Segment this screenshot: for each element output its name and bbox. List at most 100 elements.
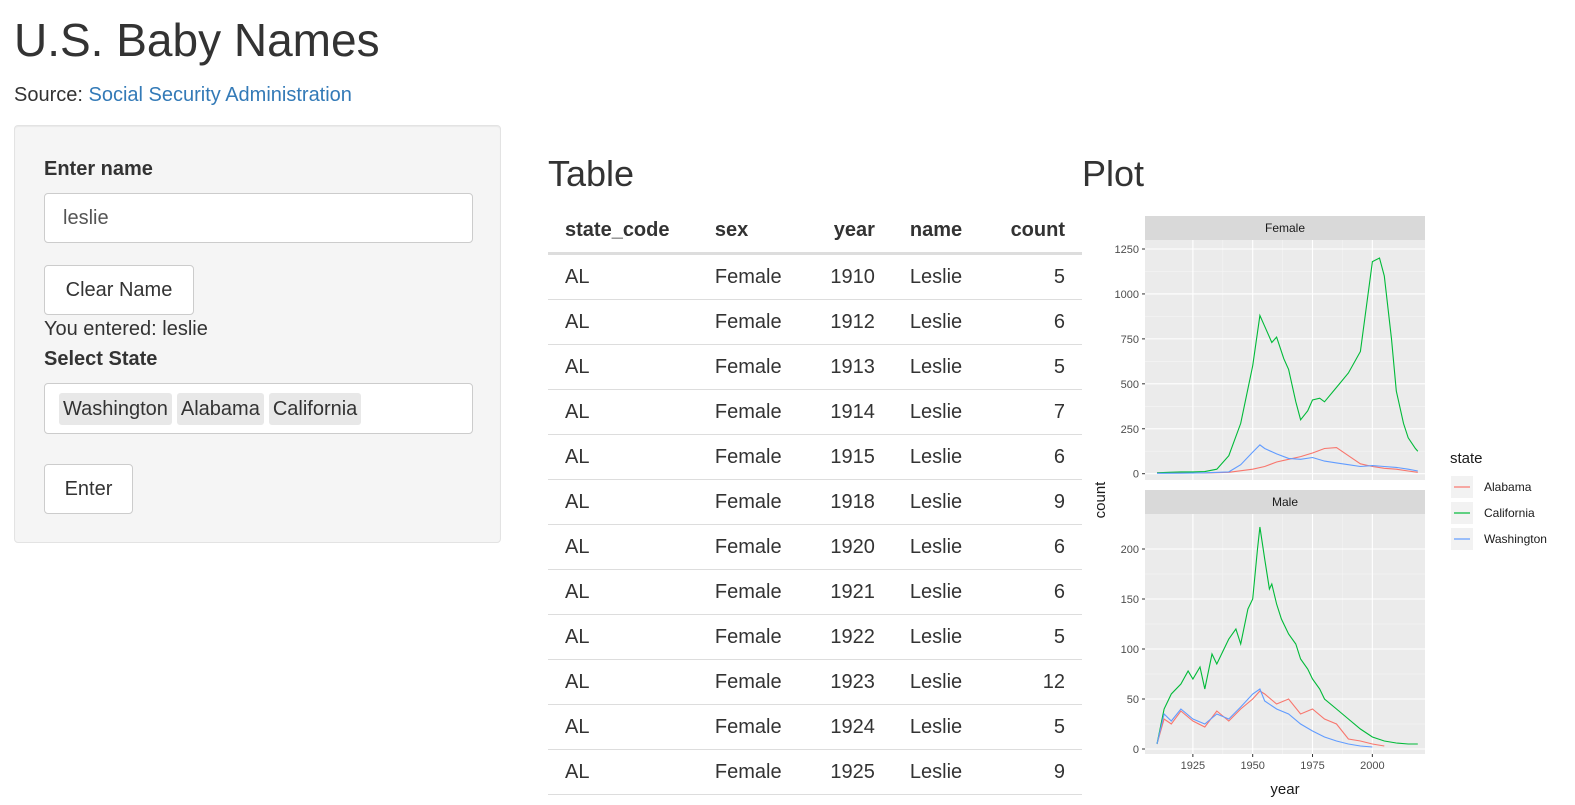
table-cell-year: 1913: [806, 344, 893, 390]
table-cell-sex: Female: [697, 434, 807, 480]
table-cell-name: Leslie: [892, 749, 987, 795]
x-tick-label: 1950: [1240, 760, 1264, 772]
table-cell-state-code: AL: [548, 479, 698, 525]
table-cell-year: 1915: [806, 434, 893, 480]
column-header-sex[interactable]: sex: [697, 208, 807, 255]
table-cell-year: 1910: [806, 253, 893, 300]
table-cell-name: Leslie: [892, 569, 987, 615]
table-row: AL Female 1924 Leslie 5: [548, 704, 1082, 750]
y-tick-label: 750: [1121, 334, 1139, 346]
y-tick-label: 0: [1133, 744, 1139, 756]
legend-label-alabama: Alabama: [1484, 480, 1532, 494]
state-select[interactable]: Washington Alabama California: [44, 383, 473, 434]
y-tick-label: 1250: [1115, 244, 1139, 256]
table-cell-sex: Female: [697, 614, 807, 660]
x-tick-label: 1975: [1300, 760, 1324, 772]
y-tick-label: 100: [1121, 644, 1139, 656]
table-cell-name: Leslie: [892, 659, 987, 705]
x-tick-label: 1925: [1181, 760, 1205, 772]
table-cell-count: 9: [986, 749, 1082, 795]
y-tick-label: 200: [1121, 544, 1139, 556]
table-row: AL Female 1914 Leslie 7: [548, 389, 1082, 435]
table-cell-count: 5: [986, 704, 1082, 750]
table-cell-state-code: AL: [548, 299, 698, 345]
x-axis: 1925 1950 1975 2000: [1181, 754, 1385, 772]
y-tick-label: 250: [1121, 424, 1139, 436]
table-cell-year: 1912: [806, 299, 893, 345]
table-cell-year: 1918: [806, 479, 893, 525]
name-label: Enter name: [44, 158, 153, 180]
table-cell-count: 5: [986, 344, 1082, 390]
table-row: AL Female 1925 Leslie 9: [548, 749, 1082, 795]
x-axis-title: year: [1270, 781, 1299, 798]
y-axis-title: count: [1093, 481, 1109, 519]
column-header-count[interactable]: count: [986, 208, 1082, 255]
source-link[interactable]: Social Security Administration: [88, 84, 351, 106]
column-header-year[interactable]: year: [806, 208, 893, 255]
table-title: Table: [548, 153, 635, 194]
state-chip-washington[interactable]: Washington: [59, 392, 172, 425]
column-header-name[interactable]: name: [892, 208, 987, 255]
table-cell-year: 1923: [806, 659, 893, 705]
legend-label-california: California: [1484, 506, 1535, 520]
table-cell-state-code: AL: [548, 704, 698, 750]
table-row: AL Female 1918 Leslie 9: [548, 479, 1082, 525]
table-cell-sex: Female: [697, 253, 807, 300]
y-axis-female: 0 250 500 750 1000 1250: [1115, 244, 1145, 481]
plot-title: Plot: [1082, 153, 1145, 194]
table-row: AL Female 1923 Leslie 12: [548, 659, 1082, 705]
table-cell-year: 1921: [806, 569, 893, 615]
table-cell-sex: Female: [697, 479, 807, 525]
table-cell-sex: Female: [697, 344, 807, 390]
y-tick-label: 500: [1121, 379, 1139, 391]
table-cell-name: Leslie: [892, 614, 987, 660]
table-cell-count: 7: [986, 389, 1082, 435]
source-line: Source: Social Security Administration: [14, 82, 352, 108]
table-cell-count: 12: [986, 659, 1082, 705]
entered-name-text: You entered: leslie: [44, 318, 208, 340]
column-header-state-code[interactable]: state_code: [548, 208, 698, 255]
table-cell-count: 6: [986, 299, 1082, 345]
page-title: U.S. Baby Names: [14, 14, 380, 66]
table-cell-state-code: AL: [548, 659, 698, 705]
table-cell-year: 1922: [806, 614, 893, 660]
x-tick-label: 2000: [1360, 760, 1384, 772]
table-cell-state-code: AL: [548, 344, 698, 390]
enter-button[interactable]: Enter: [44, 464, 133, 514]
table-row: AL Female 1920 Leslie 6: [548, 524, 1082, 570]
table-cell-year: 1925: [806, 749, 893, 795]
table-cell-name: Leslie: [892, 344, 987, 390]
legend: Alabama California Washington: [1451, 476, 1547, 550]
table-cell-name: Leslie: [892, 434, 987, 480]
table-cell-sex: Female: [697, 299, 807, 345]
table-row: AL Female 1921 Leslie 6: [548, 569, 1082, 615]
y-tick-label: 150: [1121, 594, 1139, 606]
table-cell-name: Leslie: [892, 253, 987, 300]
state-chip-alabama[interactable]: Alabama: [176, 392, 264, 425]
table-cell-sex: Female: [697, 389, 807, 435]
table-cell-year: 1920: [806, 524, 893, 570]
table-cell-year: 1924: [806, 704, 893, 750]
table-cell-state-code: AL: [548, 524, 698, 570]
sidebar-panel: Enter name Clear Name You entered: lesli…: [14, 125, 501, 543]
table-cell-state-code: AL: [548, 434, 698, 480]
table-cell-sex: Female: [697, 524, 807, 570]
table-cell-state-code: AL: [548, 569, 698, 615]
table-cell-count: 6: [986, 524, 1082, 570]
table-cell-count: 6: [986, 434, 1082, 480]
table-row: AL Female 1913 Leslie 5: [548, 344, 1082, 390]
panel-bg-female: [1145, 240, 1425, 480]
state-label: Select State: [44, 348, 158, 370]
table-cell-name: Leslie: [892, 299, 987, 345]
state-chip-california[interactable]: California: [268, 392, 362, 425]
table-cell-name: Leslie: [892, 479, 987, 525]
names-table: state_code sex year name count AL Female 1…: [548, 208, 1082, 795]
table-cell-year: 1914: [806, 389, 893, 435]
clear-name-button[interactable]: Clear Name: [44, 265, 194, 315]
panel-bg-male: [1145, 514, 1425, 754]
table-cell-name: Leslie: [892, 389, 987, 435]
name-input[interactable]: [44, 193, 473, 243]
table-cell-count: 6: [986, 569, 1082, 615]
table-cell-sex: Female: [697, 659, 807, 705]
table-cell-state-code: AL: [548, 253, 698, 300]
